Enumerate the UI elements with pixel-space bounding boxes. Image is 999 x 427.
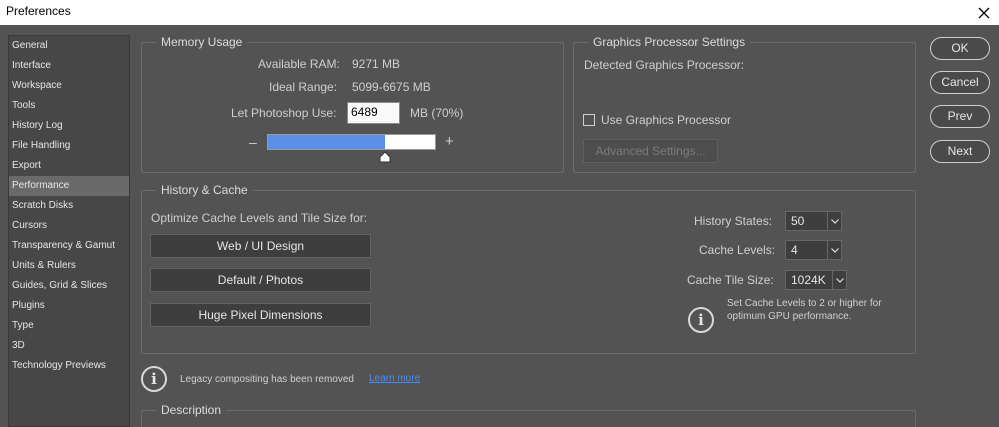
sidebar-item-scratch-disks[interactable]: Scratch Disks [9, 196, 129, 216]
cache-tile-size-value: 1024K [791, 273, 826, 287]
memory-slider[interactable] [267, 134, 436, 150]
huge-pixel-dimensions-button[interactable]: Huge Pixel Dimensions [150, 303, 371, 327]
cancel-button[interactable]: Cancel [930, 71, 990, 94]
sidebar-item-type[interactable]: Type [9, 316, 129, 336]
slider-decrease-button[interactable]: – [249, 134, 257, 150]
graphics-processor-title: Graphics Processor Settings [588, 35, 751, 49]
history-cache-title: History & Cache [156, 183, 253, 197]
cache-tile-size-label: Cache Tile Size: [687, 273, 774, 287]
slider-increase-button[interactable]: + [445, 133, 454, 150]
sidebar-item-guides-grid-slices[interactable]: Guides, Grid & Slices [9, 276, 129, 296]
cache-levels-label: Cache Levels: [699, 243, 776, 257]
available-ram-label: Available RAM: [258, 57, 340, 71]
sidebar-item-workspace[interactable]: Workspace [9, 76, 129, 96]
info-icon: i [141, 366, 167, 392]
sidebar-item-cursors[interactable]: Cursors [9, 216, 129, 236]
history-states-select[interactable]: 50 [785, 211, 842, 231]
sidebar-item-transparency-gamut[interactable]: Transparency & Gamut [9, 236, 129, 256]
preferences-sidebar: General Interface Workspace Tools History Lo… [8, 35, 130, 427]
slider-thumb-icon[interactable] [379, 151, 391, 163]
use-gpu-label[interactable]: Use Graphics Processor [601, 113, 731, 127]
memory-percent-label: MB (70%) [410, 106, 464, 120]
learn-more-link[interactable]: Learn more [369, 373, 420, 384]
description-title: Description [156, 403, 227, 417]
close-icon [978, 7, 990, 18]
memory-amount-input[interactable]: 6489 [347, 102, 400, 124]
sidebar-item-technology-previews[interactable]: Technology Previews [9, 356, 129, 376]
cache-levels-value: 4 [791, 243, 798, 257]
sidebar-item-units-rulers[interactable]: Units & Rulers [9, 256, 129, 276]
gpu-cache-tip-line1: Set Cache Levels to 2 or higher for [727, 298, 882, 309]
web-ui-design-button[interactable]: Web / UI Design [150, 234, 371, 258]
history-states-value: 50 [791, 214, 805, 228]
ideal-range-value: 5099-6675 MB [352, 80, 431, 94]
memory-usage-title: Memory Usage [156, 35, 248, 49]
next-button[interactable]: Next [930, 140, 990, 163]
ideal-range-label: Ideal Range: [269, 80, 338, 94]
window-title: Preferences [6, 4, 71, 18]
sidebar-item-plugins[interactable]: Plugins [9, 296, 129, 316]
close-button[interactable] [969, 0, 999, 25]
sidebar-item-file-handling[interactable]: File Handling [9, 136, 129, 156]
sidebar-item-export[interactable]: Export [9, 156, 129, 176]
history-states-label: History States: [694, 214, 773, 228]
sidebar-item-history-log[interactable]: History Log [9, 116, 129, 136]
sidebar-item-3d[interactable]: 3D [9, 336, 129, 356]
chevron-down-icon [832, 271, 846, 289]
chevron-down-icon [827, 241, 841, 259]
sidebar-item-interface[interactable]: Interface [9, 56, 129, 76]
cache-levels-select[interactable]: 4 [785, 240, 842, 260]
info-icon: i [688, 307, 714, 333]
memory-slider-fill [268, 135, 385, 149]
prev-button[interactable]: Prev [930, 105, 990, 128]
let-photoshop-use-label: Let Photoshop Use: [231, 106, 337, 120]
ok-button[interactable]: OK [930, 37, 990, 60]
chevron-down-icon [827, 212, 841, 230]
description-group: Description [141, 403, 916, 427]
optimize-cache-label: Optimize Cache Levels and Tile Size for: [151, 211, 368, 225]
advanced-settings-button[interactable]: Advanced Settings... [583, 139, 718, 163]
sidebar-item-tools[interactable]: Tools [9, 96, 129, 116]
legacy-compositing-text: Legacy compositing has been removed [180, 374, 354, 385]
available-ram-value: 9271 MB [352, 57, 401, 71]
sidebar-item-performance[interactable]: Performance [9, 176, 129, 196]
title-bar: Preferences [0, 0, 999, 25]
cache-tile-size-select[interactable]: 1024K [785, 270, 847, 290]
sidebar-item-general[interactable]: General [9, 36, 129, 56]
default-photos-button[interactable]: Default / Photos [150, 268, 371, 292]
use-gpu-checkbox[interactable] [583, 114, 595, 126]
gpu-cache-tip-line2: optimum GPU performance. [727, 311, 852, 322]
detected-gpu-label: Detected Graphics Processor: [584, 58, 745, 72]
